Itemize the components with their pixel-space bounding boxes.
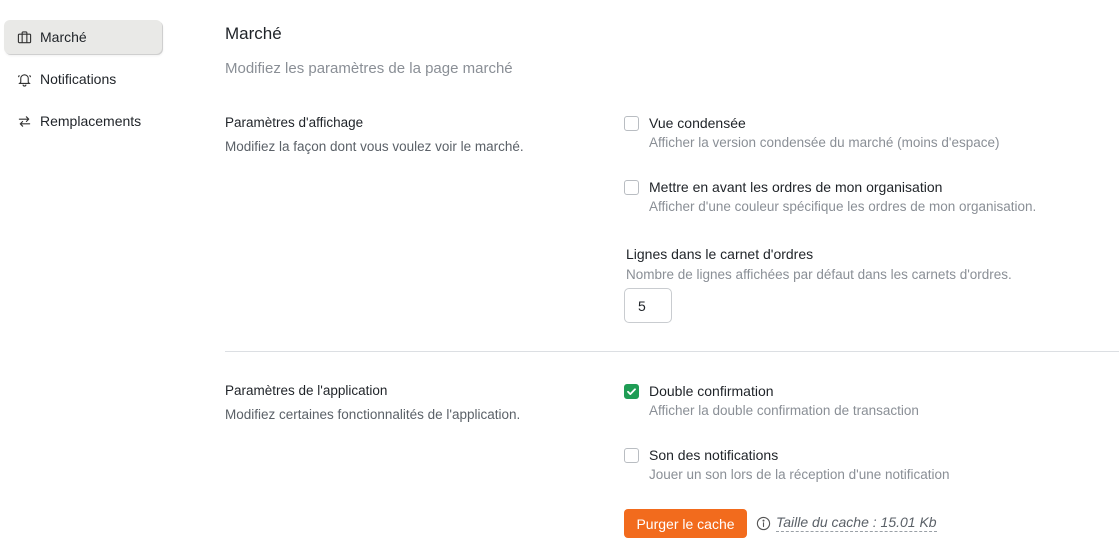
highlight-org-orders-checkbox[interactable] (624, 180, 639, 195)
option-label: Mettre en avant les ordres de mon organi… (649, 179, 943, 195)
condensed-view-checkbox[interactable] (624, 116, 639, 131)
sidebar-item-label: Remplacements (40, 113, 142, 129)
sidebar-item-label: Marché (40, 29, 87, 45)
page-subtitle: Modifiez les paramètres de la page march… (225, 60, 513, 77)
app-section-description: Modifiez certaines fonctionnalités de l'… (225, 407, 521, 422)
option-description: Afficher d'une couleur spécifique les or… (649, 199, 1037, 214)
option-description: Afficher la version condensée du marché … (649, 135, 1000, 150)
option-description: Jouer un son lors de la réception d'une … (649, 467, 950, 482)
display-section-title: Paramètres d'affichage (225, 115, 364, 130)
briefcase-icon (16, 29, 32, 45)
sidebar-item-label: Notifications (40, 71, 117, 87)
notification-sound-checkbox[interactable] (624, 448, 639, 463)
option-label: Double confirmation (649, 383, 774, 399)
display-section-description: Modifiez la façon dont vous voulez voir … (225, 139, 524, 154)
sidebar-item-remplacements[interactable]: Remplacements (4, 104, 162, 138)
option-description: Afficher la double confirmation de trans… (649, 403, 919, 418)
orderbook-rows-input[interactable] (624, 288, 672, 323)
sidebar-item-notifications[interactable]: Notifications (4, 62, 162, 96)
section-divider (225, 351, 1119, 352)
info-icon[interactable] (756, 516, 771, 531)
double-confirmation-checkbox[interactable] (624, 384, 639, 399)
checkmark-icon (627, 388, 636, 395)
option-label: Son des notifications (649, 447, 779, 463)
cache-size-text: Taille du cache : 15.01 Kb (776, 514, 937, 532)
option-label: Vue condensée (649, 115, 746, 131)
orderbook-rows-label: Lignes dans le carnet d'ordres (626, 246, 814, 262)
page-title: Marché (225, 24, 282, 43)
orderbook-rows-description: Nombre de lignes affichées par défaut da… (626, 267, 1012, 282)
app-section-title: Paramètres de l'application (225, 383, 388, 398)
sidebar: Marché Notifications Remplacements (4, 20, 162, 146)
sidebar-item-marche[interactable]: Marché (4, 20, 162, 54)
purge-cache-button[interactable]: Purger le cache (624, 509, 747, 538)
bell-icon (16, 71, 32, 87)
swap-arrows-icon (16, 113, 32, 129)
cache-size-info: Taille du cache : 15.01 Kb (756, 514, 937, 532)
